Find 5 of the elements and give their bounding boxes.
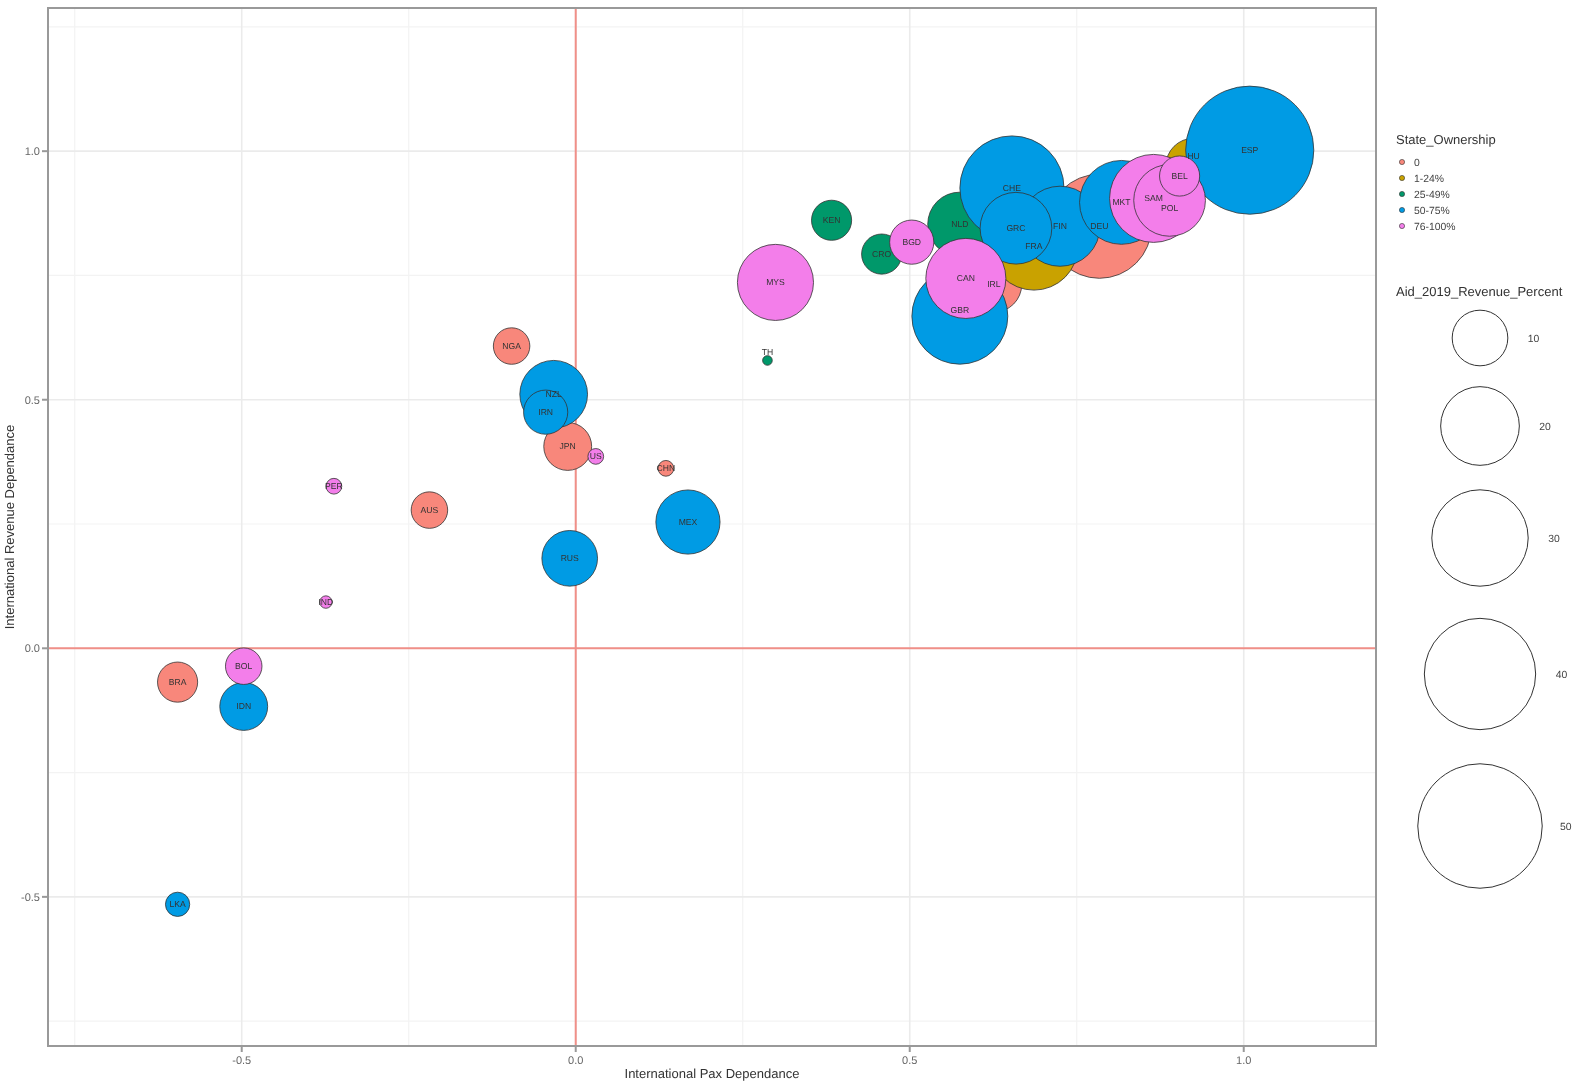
size-key-circle — [1431, 489, 1529, 587]
size-key-circle — [1440, 386, 1520, 466]
size-key-circle — [1451, 309, 1509, 367]
size-key-circle — [1417, 763, 1543, 889]
size-key-circle — [1423, 617, 1537, 731]
